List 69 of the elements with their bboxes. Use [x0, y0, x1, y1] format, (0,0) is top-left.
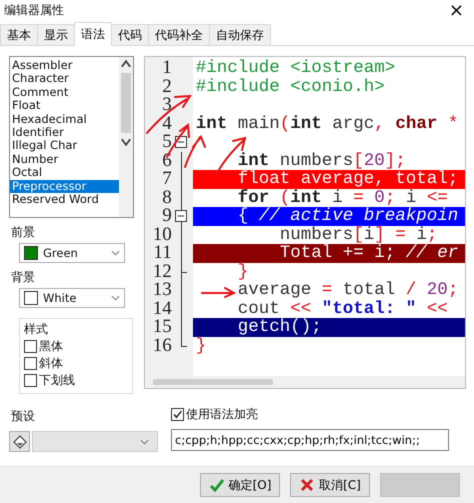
- cancel-button[interactable]: 取消[C]: [290, 473, 370, 497]
- chevron-down-icon: [140, 438, 149, 444]
- chevron-down-icon: [111, 250, 120, 256]
- code-line: #include <iostream>: [194, 59, 396, 78]
- line-number: 15: [152, 318, 172, 336]
- syntax-highlight-checkbox[interactable]: 使用语法加亮: [171, 406, 466, 423]
- fold-icon[interactable]: [174, 210, 187, 222]
- tab[interactable]: 代码: [111, 24, 149, 45]
- line-number: 3: [161, 96, 172, 114]
- code-line: }: [236, 262, 250, 281]
- chevron-down-icon: [111, 295, 120, 301]
- line-number: 7: [161, 170, 172, 188]
- code-line: numbers[i] = i;: [278, 226, 438, 244]
- list-item[interactable]: Illegal Char: [10, 139, 119, 153]
- line-number: 9: [161, 207, 172, 226]
- field-label: 预设: [11, 408, 36, 425]
- line-number: 5: [161, 133, 172, 152]
- code-line: average = total / 20;: [236, 281, 460, 300]
- list-item[interactable]: Number: [10, 152, 119, 166]
- color-dropdown[interactable]: Green: [19, 243, 125, 263]
- list-item[interactable]: Character: [10, 72, 119, 86]
- list-item[interactable]: Reserved Word: [10, 192, 119, 206]
- line-number: 2: [161, 78, 172, 96]
- color-dropdown[interactable]: White: [19, 288, 125, 308]
- close-button[interactable]: ×: [444, 0, 468, 21]
- code-line: cout << "total: " <<: [236, 300, 449, 318]
- list-item[interactable]: Hexadecimal: [10, 112, 119, 126]
- style-checkbox[interactable]: 下划线: [24, 372, 128, 389]
- line-number: 6: [161, 152, 172, 170]
- list-item[interactable]: Assembler: [10, 59, 119, 72]
- tab[interactable]: 自动保存: [209, 24, 271, 45]
- style-checkbox[interactable]: 黑体: [24, 338, 128, 355]
- code-line: int main(int argc, char *: [194, 114, 460, 133]
- checkmark-icon: [208, 477, 225, 493]
- line-number: 11: [152, 244, 172, 262]
- code-line: }: [194, 336, 208, 355]
- ok-button[interactable]: 确定[O]: [200, 473, 280, 497]
- tab[interactable]: 代码补全: [148, 24, 210, 45]
- checkmark-icon: [172, 409, 183, 420]
- scrollbar[interactable]: [144, 376, 465, 388]
- scrollbar[interactable]: [118, 57, 133, 217]
- list-item[interactable]: Preprocessor: [10, 180, 119, 193]
- line-number: 14: [152, 300, 172, 318]
- close-icon: [299, 477, 316, 493]
- line-number: 4: [161, 114, 172, 133]
- field-label: 前景: [11, 224, 36, 241]
- window-title: 编辑器属性: [4, 2, 64, 19]
- extensions-field[interactable]: c;cpp;h;hpp;cc;cxx;cp;hp;rh;fx;inl;tcc;win;;: [171, 429, 449, 451]
- list-item[interactable]: Octal: [10, 166, 119, 180]
- list-item[interactable]: Float: [10, 99, 119, 113]
- code-line: int numbers[20];: [236, 152, 407, 170]
- list-item[interactable]: Identifier: [10, 126, 119, 140]
- code-line: for (int i = 0; i <=: [236, 188, 449, 207]
- code-editor[interactable]: [144, 56, 466, 389]
- style-checkbox[interactable]: 斜体: [24, 355, 128, 372]
- line-number: 1: [161, 59, 172, 78]
- field-label: 背景: [11, 269, 36, 286]
- code-line: #include <conio.h>: [194, 78, 386, 96]
- line-number: 13: [152, 281, 172, 300]
- tab[interactable]: 基本: [0, 24, 38, 45]
- group-label: 样式: [24, 321, 49, 338]
- tab[interactable]: 显示: [37, 24, 75, 45]
- tab[interactable]: 语法: [74, 22, 112, 46]
- save-button[interactable]: [9, 431, 30, 452]
- line-number: 8: [161, 188, 172, 207]
- list-item[interactable]: Comment: [10, 86, 119, 100]
- line-number: 16: [152, 336, 172, 355]
- line-number: 12: [152, 262, 172, 281]
- line-number: 10: [152, 226, 172, 244]
